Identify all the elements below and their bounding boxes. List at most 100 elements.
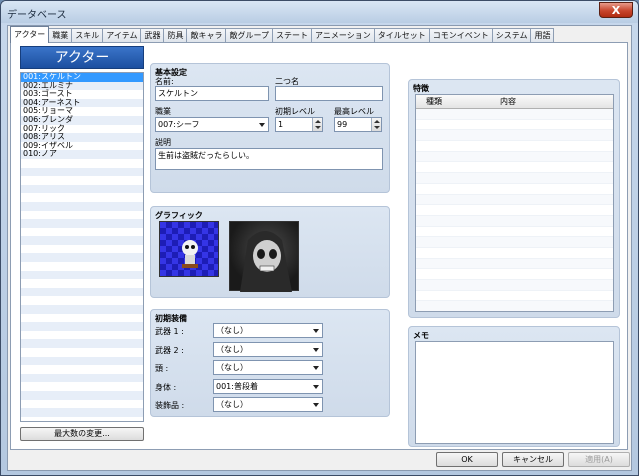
spin-up-icon[interactable] [374,120,380,123]
actor-list-item[interactable] [21,390,143,400]
tab-10[interactable]: タイルセット [373,28,430,43]
client-area: アクター 職業 スキル アイテム 武器 防具 敵キャラ 敵グループ ステート アニメーション タイル… [7,25,632,471]
trait-row[interactable] [416,280,613,291]
ok-button[interactable]: OK [436,452,498,467]
name-field[interactable]: スケルトン [155,86,269,101]
equip-slot-dropdown[interactable]: （なし） [213,360,323,375]
tab-8[interactable]: ステート [272,28,313,43]
equip-slot-dropdown[interactable]: （なし） [213,323,323,338]
cancel-button[interactable]: キャンセル [502,452,564,467]
init-level-stepper[interactable]: 1 [275,117,323,132]
tab-4[interactable]: 武器 [140,28,165,43]
spin-up-icon[interactable] [315,120,321,123]
actor-list[interactable]: 001:スケルトン 002:エルミナ 003:ゴースト 004:アーネスト 005:リョ… [20,72,144,422]
actor-list-item[interactable] [21,176,143,185]
tab-3[interactable]: アイテム [102,28,142,43]
actor-list-item[interactable] [21,184,143,194]
trait-row[interactable] [416,227,613,238]
actor-list-item[interactable]: 010:ノア [21,150,143,159]
actor-list-item[interactable] [21,287,143,297]
actor-list-item[interactable] [21,211,143,220]
actor-list-item[interactable] [21,219,143,228]
trait-row[interactable] [416,109,613,120]
equip-slot-dropdown[interactable]: （なし） [213,397,323,412]
actor-list-item[interactable] [21,270,143,280]
actor-list-item[interactable] [21,193,143,202]
tab-13[interactable]: 用語 [530,28,555,43]
trait-row[interactable] [416,184,613,195]
tab-12[interactable]: システム [491,28,532,43]
apply-button[interactable]: 適用(A) [568,452,630,467]
actor-list-item[interactable] [21,159,143,168]
class-dropdown[interactable]: 007:シーフ [155,117,269,132]
actor-list-item[interactable] [21,253,143,263]
actor-list-item[interactable] [21,296,143,305]
equipment-title: 初期装備 [155,314,187,323]
actor-list-item[interactable] [21,373,143,383]
spin-buttons[interactable] [371,118,381,131]
chevron-down-icon [313,366,319,370]
equip-slot-dropdown[interactable]: （なし） [213,341,323,357]
change-max-button[interactable]: 最大数の変更... [20,427,144,441]
traits-table-header: 種類 内容 [416,95,613,109]
nickname-field[interactable] [275,86,383,101]
actor-list-item[interactable] [21,322,143,331]
description-field[interactable]: 生前は盗賊だったらしい。 [155,148,383,170]
actor-list-item[interactable] [21,279,143,288]
traits-table[interactable]: 種類 内容 [415,94,614,312]
tab-1[interactable]: 職業 [48,28,73,43]
trait-row[interactable] [416,130,613,142]
tab-5[interactable]: 防具 [163,28,188,43]
spin-buttons[interactable] [312,118,322,131]
actor-list-item[interactable] [21,331,143,340]
face-image[interactable] [229,221,299,292]
actor-list-item[interactable] [21,356,143,366]
actor-list-item[interactable] [21,339,143,348]
trait-row[interactable] [416,162,613,174]
close-button[interactable]: X [599,2,633,18]
tab-2[interactable]: スキル [71,28,104,43]
spin-down-icon[interactable] [315,126,321,129]
trait-row[interactable] [416,269,613,280]
memo-textarea[interactable] [415,341,614,444]
trait-row[interactable] [416,194,613,206]
actor-list-item[interactable] [21,382,143,391]
actor-list-item[interactable] [21,245,143,254]
character-sprite-image[interactable] [159,221,219,277]
trait-row[interactable] [416,258,613,270]
actor-list-item[interactable] [21,314,143,323]
actor-list-item[interactable] [21,365,143,374]
trait-row[interactable] [416,248,613,259]
trait-row[interactable] [416,205,613,216]
trait-row[interactable] [416,151,613,163]
max-level-stepper[interactable]: 99 [334,117,382,132]
equip-slot-dropdown[interactable]: 001:普段着 [213,378,323,394]
tab-6[interactable]: 敵キャラ [186,28,227,43]
tab-9[interactable]: アニメーション [311,28,375,43]
actor-list-item[interactable] [21,408,143,417]
memo-title: メモ [413,331,429,340]
actor-list-item[interactable] [21,236,143,245]
title-bar[interactable]: データベース X [1,1,638,23]
actor-list-item[interactable] [21,201,143,211]
equip-slot-label: 頭 : [155,364,169,373]
actor-list-item[interactable] [21,400,143,409]
trait-row[interactable] [416,215,613,227]
col-content-header[interactable]: 内容 [500,95,516,108]
trait-row[interactable] [416,173,613,184]
tab-0[interactable]: アクター [10,26,50,43]
actor-list-item[interactable] [21,228,143,237]
tab-7[interactable]: 敵グループ [225,28,274,43]
trait-row[interactable] [416,141,613,152]
actor-list-item[interactable] [21,305,143,314]
trait-row[interactable] [416,291,613,302]
spin-down-icon[interactable] [374,126,380,129]
actor-list-item[interactable] [21,262,143,271]
col-type-header[interactable]: 種類 [426,95,442,108]
tab-11[interactable]: コモンイベント [428,28,493,43]
actor-list-item[interactable] [21,348,143,357]
trait-row[interactable] [416,237,613,248]
trait-row[interactable] [416,120,613,131]
trait-row[interactable] [416,301,613,311]
actor-list-item[interactable] [21,167,143,177]
